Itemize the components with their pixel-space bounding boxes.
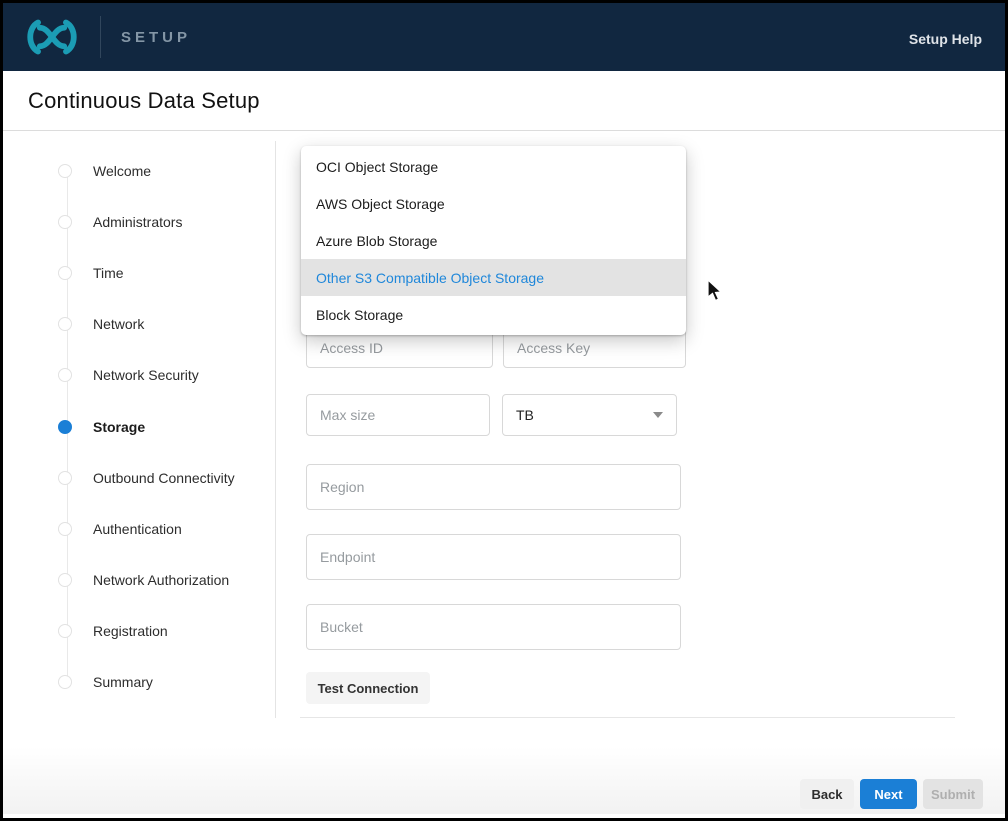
chevron-down-icon (653, 412, 663, 418)
header-divider (100, 16, 101, 58)
step-network-security[interactable]: Network Security (58, 350, 235, 401)
step-label: Registration (93, 623, 168, 639)
mouse-cursor-icon (707, 279, 724, 308)
submit-button[interactable]: Submit (923, 779, 983, 809)
step-circle-icon (58, 522, 72, 536)
step-circle-icon (58, 675, 72, 689)
region-input[interactable] (306, 464, 681, 510)
step-circle-icon (58, 624, 72, 638)
step-circle-icon (58, 317, 72, 331)
endpoint-input[interactable] (306, 534, 681, 580)
test-connection-button[interactable]: Test Connection (306, 672, 430, 704)
setup-wizard-window: SETUP Setup Help Continuous Data Setup W… (0, 0, 1008, 821)
step-summary[interactable]: Summary (58, 657, 235, 708)
option-other-s3-compatible[interactable]: Other S3 Compatible Object Storage (301, 259, 686, 296)
step-network-authorization[interactable]: Network Authorization (58, 555, 235, 606)
storage-type-dropdown-menu: OCI Object Storage AWS Object Storage Az… (301, 146, 686, 335)
step-label: Network (93, 316, 144, 332)
step-welcome[interactable]: Welcome (58, 145, 235, 196)
step-label: Time (93, 265, 124, 281)
step-outbound-connectivity[interactable]: Outbound Connectivity (58, 452, 235, 503)
option-azure-blob-storage[interactable]: Azure Blob Storage (301, 222, 686, 259)
step-label: Welcome (93, 163, 151, 179)
app-header: SETUP Setup Help (3, 3, 1005, 71)
option-oci-object-storage[interactable]: OCI Object Storage (301, 148, 686, 185)
step-administrators[interactable]: Administrators (58, 196, 235, 247)
step-label: Outbound Connectivity (93, 470, 235, 486)
wizard-footer: Back Next Submit (3, 718, 1005, 814)
max-size-input[interactable] (306, 394, 490, 436)
sidebar-divider (275, 141, 276, 761)
step-label: Summary (93, 674, 153, 690)
back-button[interactable]: Back (800, 779, 854, 809)
page-title: Continuous Data Setup (28, 88, 260, 114)
step-circle-icon (58, 215, 72, 229)
step-storage[interactable]: Storage (58, 401, 235, 452)
step-circle-icon (58, 471, 72, 485)
step-circle-icon (58, 573, 72, 587)
bucket-input[interactable] (306, 604, 681, 650)
wizard-stepper: Welcome Administrators Time Network Netw… (58, 145, 235, 708)
step-label: Network Authorization (93, 572, 229, 588)
step-circle-icon (58, 368, 72, 382)
next-button[interactable]: Next (860, 779, 917, 809)
content-area: Welcome Administrators Time Network Netw… (3, 131, 1005, 814)
step-label: Network Security (93, 367, 199, 383)
title-bar: Continuous Data Setup (3, 71, 1005, 131)
brand-title: SETUP (121, 29, 191, 46)
delphix-logo-icon (23, 18, 87, 56)
step-circle-icon (58, 266, 72, 280)
step-label: Storage (93, 419, 145, 435)
option-block-storage[interactable]: Block Storage (301, 296, 686, 333)
step-registration[interactable]: Registration (58, 606, 235, 657)
setup-help-link[interactable]: Setup Help (909, 31, 982, 47)
step-circle-active-icon (58, 420, 72, 434)
step-time[interactable]: Time (58, 247, 235, 298)
size-unit-value: TB (516, 407, 534, 423)
step-label: Administrators (93, 214, 182, 230)
option-aws-object-storage[interactable]: AWS Object Storage (301, 185, 686, 222)
size-unit-select[interactable]: TB (502, 394, 677, 436)
step-network[interactable]: Network (58, 299, 235, 350)
step-circle-icon (58, 164, 72, 178)
step-label: Authentication (93, 521, 182, 537)
step-authentication[interactable]: Authentication (58, 503, 235, 554)
